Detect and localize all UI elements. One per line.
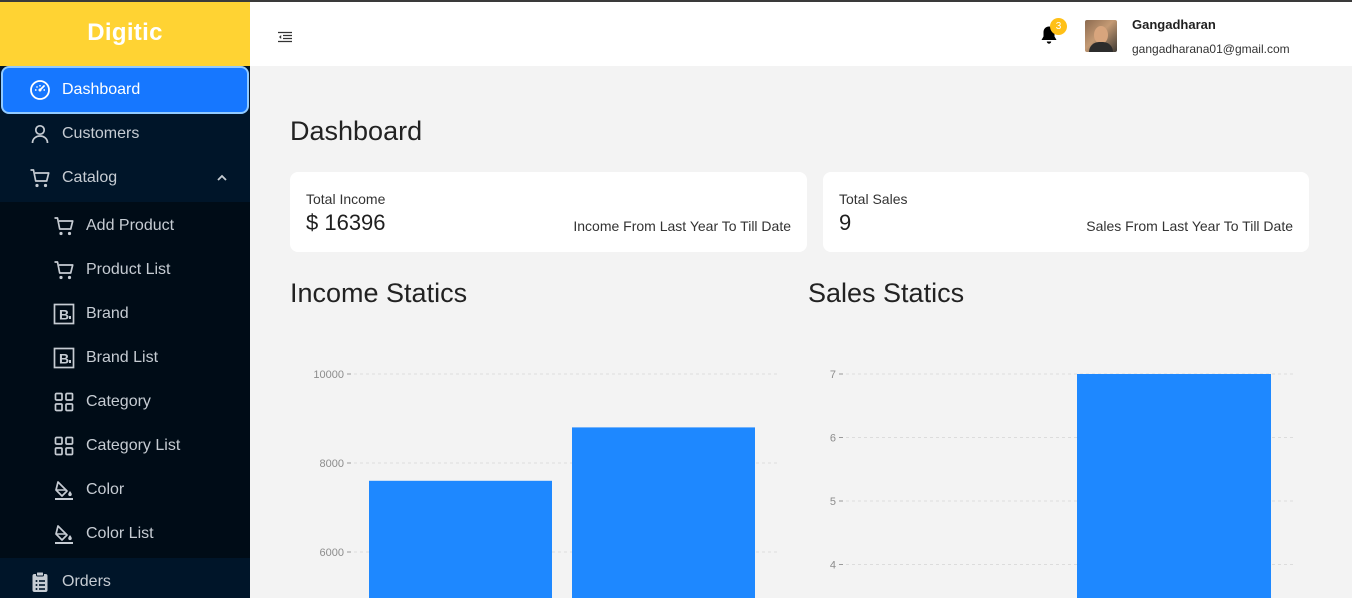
y-tick-label: 7 (830, 369, 836, 381)
cart-icon (29, 167, 51, 189)
sales-chart-svg: 7 6 5 4 (830, 369, 1294, 598)
sidebar-item-label: Brand (86, 305, 129, 322)
sidebar-item-label: Customers (62, 125, 140, 142)
avatar[interactable] (1085, 20, 1117, 52)
user-icon (29, 123, 51, 145)
category-icon (53, 435, 75, 457)
user-email: gangadharana01@gmail.com (1132, 42, 1290, 56)
sidebar-item-label: Color List (86, 525, 154, 542)
svg-text:B: B (59, 351, 69, 367)
sidebar-item-category[interactable]: Category (0, 380, 250, 424)
user-name[interactable]: Gangadharan (1132, 17, 1216, 32)
header: 3 Gangadharan gangadharana01@gmail.com (250, 2, 1352, 66)
y-tick-label: 6000 (320, 547, 344, 559)
logo-text: Digitic (87, 19, 163, 46)
clipboard-list-icon (29, 571, 51, 593)
bar (572, 427, 755, 598)
sidebar-item-catalog[interactable]: Catalog (0, 156, 250, 200)
sidebar-item-label: Product List (86, 261, 171, 278)
sidebar-item-product-list[interactable]: Product List (0, 248, 250, 292)
notification-badge: 3 (1050, 18, 1067, 35)
sales-statics-title: Sales Statics (808, 278, 965, 308)
sidebar-item-dashboard[interactable]: Dashboard (3, 68, 247, 112)
page-title: Dashboard (290, 116, 423, 146)
sidebar-item-color-list[interactable]: Color List (0, 512, 250, 556)
sidebar-item-color[interactable]: Color (0, 468, 250, 512)
sales-chart: 7 6 5 4 (808, 340, 1308, 598)
category-icon (53, 391, 75, 413)
dashboard-icon (29, 79, 51, 101)
sidebar-item-label: Dashboard (62, 81, 141, 98)
sidebar-item-label: Orders (62, 573, 111, 590)
y-tick-label: 6 (830, 433, 836, 445)
y-tick-label: 8000 (320, 458, 344, 470)
sidebar-item-label: Brand List (86, 349, 159, 366)
card-subtitle: Sales From Last Year To Till Date (1086, 218, 1293, 234)
income-chart: 10000 8000 6000 (290, 340, 790, 598)
paint-bucket-icon (53, 479, 75, 501)
sidebar-item-label: Category (86, 393, 151, 410)
sidebar-item-label: Color (86, 481, 125, 498)
total-income-card: Total Income $ 16396 Income From Last Ye… (290, 172, 807, 252)
bar (1077, 374, 1271, 598)
menu-fold-icon[interactable] (278, 30, 292, 48)
sidebar-item-brand[interactable]: B Brand (0, 292, 250, 336)
card-value: $ 16396 (306, 210, 386, 235)
sidebar-item-category-list[interactable]: Category List (0, 424, 250, 468)
sidebar-item-label: Category List (86, 437, 181, 454)
income-statics-title: Income Statics (290, 278, 468, 308)
y-tick-label: 4 (830, 560, 836, 572)
sidebar-item-label: Add Product (86, 217, 175, 234)
cart-icon (53, 259, 75, 281)
sidebar-item-label: Catalog (62, 169, 118, 186)
brand-icon: B (53, 347, 75, 369)
cart-icon (53, 215, 75, 237)
paint-bucket-icon (53, 523, 75, 545)
sidebar-item-brand-list[interactable]: B Brand List (0, 336, 250, 380)
card-title: Total Sales (839, 191, 908, 207)
y-tick-label: 10000 (313, 369, 344, 381)
sidebar-item-orders[interactable]: Orders (0, 560, 250, 598)
sidebar-item-customers[interactable]: Customers (0, 112, 250, 156)
card-value: 9 (839, 210, 852, 235)
card-title: Total Income (306, 191, 386, 207)
total-sales-card: Total Sales 9 Sales From Last Year To Ti… (823, 172, 1309, 252)
sidebar: Digitic Dashboard Customers Catalog Add … (0, 0, 250, 598)
card-subtitle: Income From Last Year To Till Date (573, 218, 791, 234)
sidebar-item-add-product[interactable]: Add Product (0, 204, 250, 248)
window-top-border (0, 0, 1352, 2)
logo[interactable]: Digitic (0, 0, 250, 66)
chevron-up-icon (216, 171, 228, 189)
income-chart-svg: 10000 8000 6000 (313, 369, 778, 598)
brand-icon: B (53, 303, 75, 325)
svg-text:B: B (59, 307, 69, 323)
y-tick-label: 5 (830, 496, 836, 508)
bar (369, 480, 552, 598)
